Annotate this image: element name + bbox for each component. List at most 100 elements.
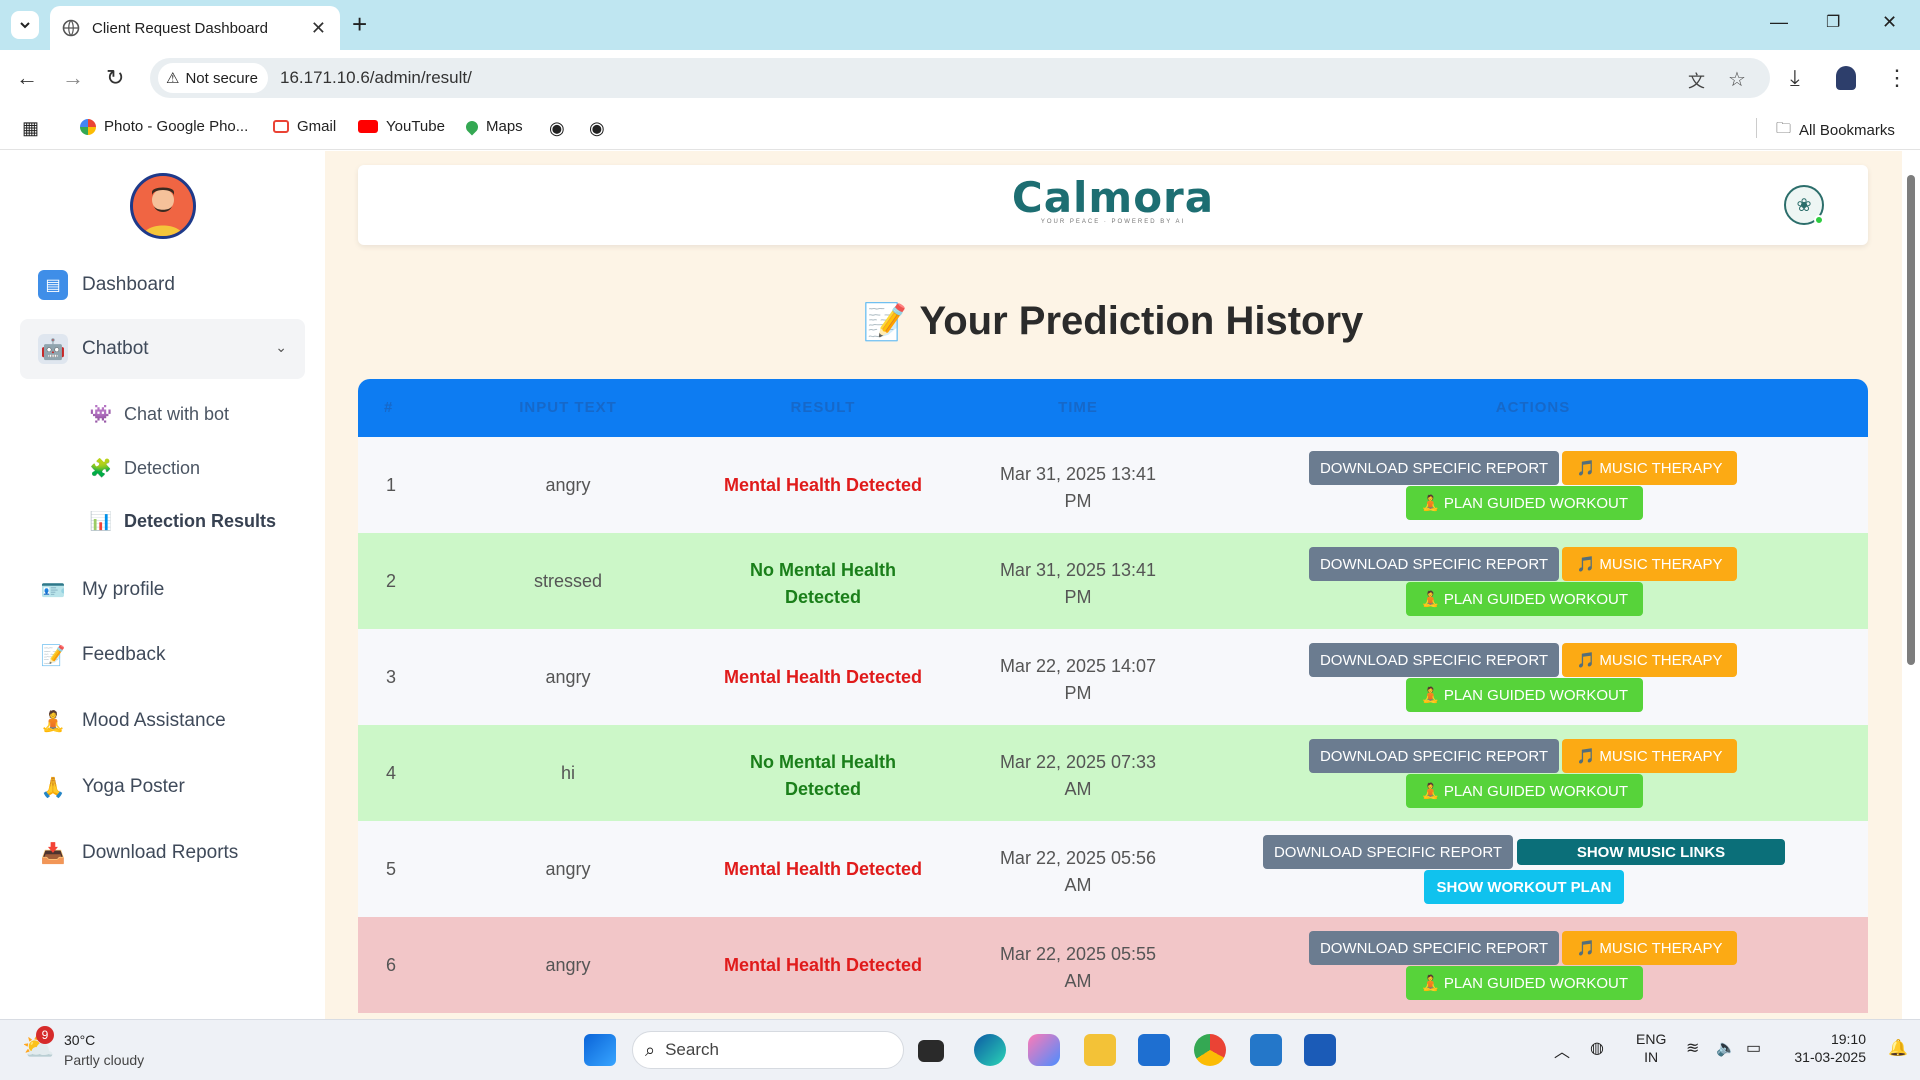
brand-logo[interactable]: Calmora [358,173,1868,222]
column-header-number: # [384,399,394,416]
show-music-links-button[interactable]: SHOW MUSIC LINKS [1517,839,1785,865]
all-bookmarks[interactable]: 🗀 All Bookmarks [1776,118,1895,143]
music-therapy-button[interactable]: 🎵 MUSIC THERAPY [1562,451,1737,485]
language-indicator[interactable]: ENG IN [1636,1030,1666,1066]
sidebar-subitem-chat-with-bot[interactable]: 👾 Chat with bot [88,396,229,432]
bookmark-maps[interactable]: Maps [463,118,523,135]
time-cell: Mar 22, 2025 14:07 PM [999,656,1157,703]
menu-icon[interactable]: ⋮ [1886,66,1908,90]
back-button[interactable]: ← [16,66,38,90]
apps-icon[interactable]: ▦ [22,118,39,139]
sidebar-item-yoga-poster[interactable]: 🙏 Yoga Poster [20,757,305,817]
wifi-icon[interactable]: ≋ [1686,1038,1699,1058]
download-report-button[interactable]: DOWNLOAD SPECIFIC REPORT [1309,931,1559,965]
sidebar: ▤ Dashboard 🤖 Chatbot ⌄ 👾 Chat with bot … [0,151,325,1019]
minimize-button[interactable]: — [1770,12,1788,33]
scrollbar-thumb[interactable] [1907,175,1915,665]
page-scrollbar[interactable] [1902,151,1920,1019]
show-workout-plan-button[interactable]: SHOW WORKOUT PLAN [1424,870,1624,904]
sidebar-item-mood-assistance[interactable]: 🧘 Mood Assistance [20,691,305,751]
music-therapy-button[interactable]: 🎵 MUSIC THERAPY [1562,739,1737,773]
security-label: Not secure [185,69,258,87]
globe-bookmark-icon-2[interactable]: ◉ [589,118,605,139]
chrome-icon[interactable] [1194,1034,1226,1066]
results-icon: 📊 [89,510,113,531]
column-header-time: TIME [1058,399,1098,416]
vscode-icon[interactable] [1250,1034,1282,1066]
download-report-button[interactable]: DOWNLOAD SPECIFIC REPORT [1263,835,1513,869]
download-icon[interactable]: ⤓ [1790,66,1800,90]
copilot-icon[interactable] [1028,1034,1060,1066]
sidebar-subitem-detection-results[interactable]: 📊 Detection Results [88,503,276,539]
volume-icon[interactable]: 🔈 [1716,1038,1736,1058]
weather-badge: 9 [36,1026,54,1044]
input-text: angry [545,859,591,879]
sidebar-item-chatbot[interactable]: 🤖 Chatbot ⌄ [20,319,305,379]
address-bar[interactable]: ⚠ Not secure 16.171.10.6/admin/result/ 文… [150,58,1770,98]
forward-button[interactable]: → [62,66,84,90]
result-detected: Mental Health Detected [723,955,923,975]
tab-search-button[interactable] [11,11,39,39]
guided-workout-button[interactable]: 🧘 PLAN GUIDED WORKOUT [1406,966,1643,1000]
start-icon[interactable] [584,1034,616,1066]
clock[interactable]: 19:10 31-03-2025 [1786,1030,1866,1066]
download-report-button[interactable]: DOWNLOAD SPECIFIC REPORT [1309,739,1559,773]
table-row: 6 angry Mental Health Detected Mar 22, 2… [358,917,1868,1013]
warning-icon: ⚠ [166,70,180,87]
new-tab-button[interactable]: + [352,10,367,38]
close-tab-icon[interactable]: ✕ [311,18,326,39]
file-explorer-icon[interactable] [1084,1034,1116,1066]
sidebar-subitem-detection[interactable]: 🧩 Detection [88,450,200,486]
maps-pin-icon [463,118,481,135]
profile-icon[interactable] [1836,66,1856,90]
bookmark-photos[interactable]: Photo - Google Pho... [80,118,248,135]
mood-icon: 🧘 [40,710,66,733]
reload-button[interactable]: ↻ [106,66,124,90]
download-report-button[interactable]: DOWNLOAD SPECIFIC REPORT [1309,451,1559,485]
input-text: angry [545,475,591,495]
sidebar-item-feedback[interactable]: 📝 Feedback [20,625,305,685]
folder-icon: 🗀 [1776,120,1792,137]
word-icon[interactable] [1304,1034,1336,1066]
guided-workout-button[interactable]: 🧘 PLAN GUIDED WORKOUT [1406,774,1643,808]
battery-icon[interactable]: ▭ [1746,1038,1761,1058]
sidebar-item-my-profile[interactable]: 🪪 My profile [20,560,305,620]
translate-icon[interactable]: 文 [1688,67,1705,92]
youtube-icon [358,120,378,133]
bookmark-youtube[interactable]: YouTube [358,118,445,135]
guided-workout-button[interactable]: 🧘 PLAN GUIDED WORKOUT [1406,678,1643,712]
row-number: 2 [386,571,397,591]
star-icon[interactable]: ☆ [1728,67,1746,92]
store-icon[interactable] [1138,1034,1170,1066]
bookmark-gmail[interactable]: Gmail [273,118,336,135]
edge-icon[interactable] [974,1034,1006,1066]
row-number: 3 [386,667,397,687]
security-chip[interactable]: ⚠ Not secure [158,63,268,93]
input-text: stressed [533,571,603,591]
column-header-input: INPUT TEXT [519,399,617,416]
restore-button[interactable]: ❐ [1826,12,1840,32]
weather-widget[interactable]: ⛅ 9 [22,1026,56,1066]
network-globe-icon[interactable]: ◍ [1590,1038,1604,1058]
download-report-button[interactable]: DOWNLOAD SPECIFIC REPORT [1309,547,1559,581]
chevron-up-icon[interactable]: ︿ [1554,1038,1570,1062]
globe-bookmark-icon[interactable]: ◉ [549,118,565,139]
music-therapy-button[interactable]: 🎵 MUSIC THERAPY [1562,643,1737,677]
sidebar-item-download-reports[interactable]: 📥 Download Reports [20,823,305,883]
music-therapy-button[interactable]: 🎵 MUSIC THERAPY [1562,931,1737,965]
task-view-icon[interactable] [918,1040,944,1062]
guided-workout-button[interactable]: 🧘 PLAN GUIDED WORKOUT [1406,582,1643,616]
guided-workout-button[interactable]: 🧘 PLAN GUIDED WORKOUT [1406,486,1643,520]
taskbar-search[interactable]: ⌕ Search [632,1031,904,1069]
lotus-profile-button[interactable]: ❀ [1784,185,1824,225]
result-detected: Mental Health Detected [723,859,923,879]
sidebar-item-dashboard[interactable]: ▤ Dashboard [20,255,305,315]
close-window-button[interactable]: ✕ [1882,12,1897,33]
avatar[interactable] [130,173,196,239]
time-cell: Mar 31, 2025 13:41 PM [999,464,1157,511]
download-report-button[interactable]: DOWNLOAD SPECIFIC REPORT [1309,643,1559,677]
browser-tab[interactable]: Client Request Dashboard ✕ [50,6,340,50]
music-therapy-button[interactable]: 🎵 MUSIC THERAPY [1562,547,1737,581]
row-number: 6 [386,955,397,975]
notification-bell-icon[interactable]: 🔔 [1888,1038,1908,1058]
